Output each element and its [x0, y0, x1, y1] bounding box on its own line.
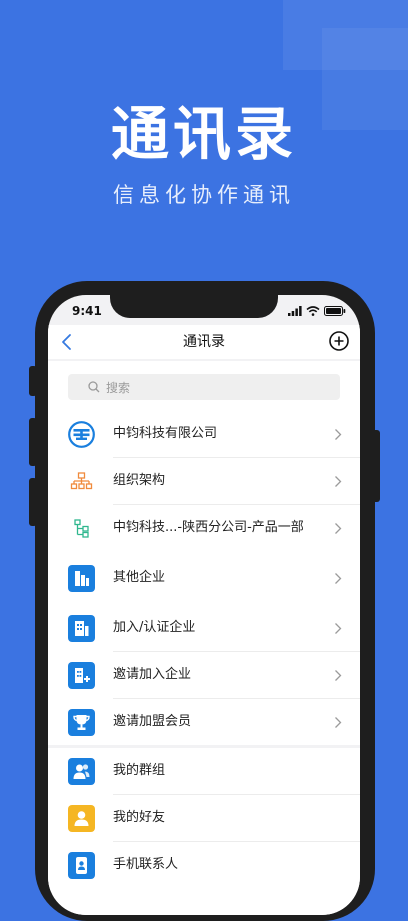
list-item-label: 我的群组	[113, 763, 166, 778]
signal-icon	[288, 306, 302, 316]
list-item-label: 邀请加盟会员	[113, 714, 192, 729]
join-enterprise-icon	[68, 615, 95, 642]
enterprise-actions-section: 加入/认证企业 邀请加入企业 邀请加盟会员	[48, 605, 360, 745]
trophy-icon	[68, 709, 95, 736]
list-item-label: 我的好友	[113, 810, 166, 825]
add-icon[interactable]	[328, 330, 350, 352]
status-time: 9:41	[72, 304, 102, 318]
list-item-label: 中钧科技...-陕西分公司-产品一部	[113, 520, 304, 535]
chevron-right-icon	[335, 670, 342, 681]
chevron-right-icon	[335, 429, 342, 440]
search-placeholder: 搜索	[106, 380, 131, 395]
friend-icon	[68, 805, 95, 832]
chevron-right-icon	[335, 623, 342, 634]
chevron-right-icon	[335, 523, 342, 534]
chevron-right-icon	[335, 476, 342, 487]
department-tree-icon	[74, 519, 89, 538]
list-item-org-structure[interactable]: 组织架构	[48, 458, 360, 504]
promo-subline: 信息化协作通讯	[113, 183, 295, 207]
org-structure-icon	[70, 472, 93, 490]
buildings-icon	[68, 565, 95, 592]
search-input[interactable]: 搜索	[68, 374, 340, 400]
list-item-phone-contacts[interactable]: 手机联系人	[48, 842, 360, 888]
page-title: 通讯录	[183, 334, 225, 350]
company-logo-icon	[68, 421, 95, 448]
status-icons	[288, 305, 346, 317]
promo-headline: 通讯录	[110, 100, 297, 168]
list-item-label: 中钧科技有限公司	[113, 426, 218, 441]
invite-enterprise-icon	[68, 662, 95, 689]
nav-bar: 通讯录	[48, 325, 360, 359]
group-icon	[68, 758, 95, 785]
list-item-label: 手机联系人	[113, 857, 179, 872]
phone-notch	[110, 295, 278, 318]
list-item-invite-enterprise[interactable]: 邀请加入企业	[48, 652, 360, 698]
list-item-join-enterprise[interactable]: 加入/认证企业	[48, 605, 360, 651]
personal-contacts-section: 我的群组 我的好友 手机联系人	[48, 748, 360, 915]
battery-icon	[324, 306, 346, 316]
list-item-invite-member[interactable]: 邀请加盟会员	[48, 699, 360, 745]
list-item-label: 加入/认证企业	[113, 620, 196, 635]
phone-contacts-icon	[68, 852, 95, 879]
list-item-my-friends[interactable]: 我的好友	[48, 795, 360, 841]
list-item-company[interactable]: 中钧科技有限公司	[48, 411, 360, 457]
list-item-other-enterprise[interactable]: 其他企业	[48, 555, 360, 601]
search-icon	[88, 381, 100, 393]
list-item-label: 其他企业	[113, 570, 166, 585]
list-item-label: 邀请加入企业	[113, 667, 192, 682]
list-item-department[interactable]: 中钧科技...-陕西分公司-产品一部	[48, 505, 360, 551]
phone-screen: 9:41 通讯录 搜索 中钧科技有限公司 组织架构 中钧科技...-陕西分公司-…	[48, 295, 360, 915]
wifi-icon	[306, 306, 320, 316]
list-item-my-groups[interactable]: 我的群组	[48, 748, 360, 794]
list-item-label: 组织架构	[113, 473, 166, 488]
other-enterprise-section: 其他企业	[48, 555, 360, 602]
chevron-right-icon	[335, 573, 342, 584]
chevron-right-icon	[335, 717, 342, 728]
